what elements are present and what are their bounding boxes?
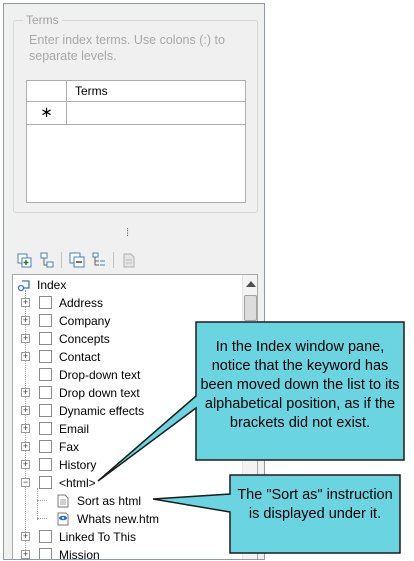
callout-overlay [97,321,405,554]
callout-bottom-text: The "Sort as" instruction is displayed u… [237,487,393,522]
callout-top-text: In the Index window pane, notice that th… [200,339,400,431]
